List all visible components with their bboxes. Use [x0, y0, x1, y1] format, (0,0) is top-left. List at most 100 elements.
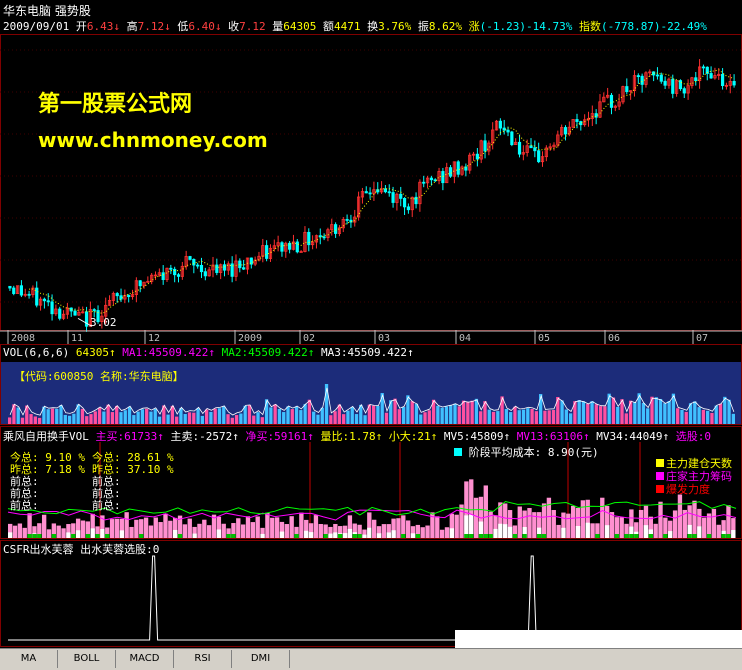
candle-body-102: [399, 193, 403, 199]
vol-value: 64305: [75, 346, 109, 359]
turnover-bar-63: [313, 515, 319, 538]
vol-bar-157: [680, 409, 684, 424]
vol-bar-100: [436, 405, 440, 424]
turnover-bar-86: [425, 525, 430, 538]
candle-body-11: [50, 301, 54, 315]
turnover-bar-white-14: [75, 530, 81, 538]
candle-body-175: [678, 80, 683, 90]
vol-bar-152: [658, 398, 663, 424]
turnover-bar-white-69: [342, 533, 348, 538]
csfr-panel-header: CSFR出水芙蓉 出水芙蓉选股:0: [3, 541, 159, 557]
ma3-value: 45509.422: [347, 346, 408, 359]
turnover-bar-92: [454, 514, 459, 538]
tab-macd[interactable]: MACD: [116, 650, 174, 668]
vol-bar-56: [247, 405, 252, 424]
turnover-bar-white-66: [328, 533, 333, 538]
vol-bar-70: [307, 399, 312, 424]
turnover-bar-80: [396, 518, 401, 538]
candle-body-88: [345, 219, 349, 221]
candle-body-22: [92, 309, 96, 311]
vol-bar-72: [316, 414, 320, 424]
candle-body-93: [364, 191, 368, 194]
candle-body-99: [387, 191, 391, 194]
candle-body-5: [27, 293, 31, 296]
turnover-bar-white-43: [216, 529, 222, 538]
vol-bar-58: [256, 412, 260, 424]
candle-body-61: [242, 267, 246, 270]
turnover-side-left: 今总: 9.10 % 昨总: 7.18 % 前总: 前总: 前总:: [10, 452, 85, 512]
vol-bar-161: [697, 407, 701, 424]
turnover-item-5: MV5:45809↑: [437, 430, 511, 443]
turnover-bar-white-74: [367, 527, 372, 538]
candle-body-136: [529, 145, 533, 149]
candle-body-49: [196, 264, 200, 267]
vol-bar-22: [102, 411, 106, 424]
turnover-bar-41: [206, 525, 212, 538]
vol-bar-121: [526, 408, 530, 424]
vol-bar-93: [406, 395, 410, 424]
turnover-bar-47: [236, 518, 241, 538]
turnover-bar-11: [61, 528, 66, 538]
turnover-bar-green-104: [512, 534, 518, 538]
candle-body-117: [456, 161, 460, 175]
candle-body-85: [333, 224, 338, 234]
vol-bar-43: [192, 412, 196, 424]
candle-body-103: [402, 197, 407, 208]
turnover-bar-white-12: [66, 532, 71, 538]
turnover-bar-white-101: [498, 523, 503, 538]
candle-body-13: [58, 308, 62, 319]
turnover-bar-120: [590, 523, 595, 538]
turnover-bar-105: [517, 506, 522, 538]
tab-ma[interactable]: MA: [0, 650, 58, 668]
turnover-bar-141: [692, 500, 697, 538]
turnover-bar-white-23: [119, 530, 124, 538]
vol-bar-48: [213, 408, 217, 424]
turnover-bar-90: [444, 527, 450, 538]
turnover-bar-white-79: [391, 530, 396, 538]
turnover-bar-36: [182, 524, 188, 538]
vol-bar-42: [187, 412, 192, 424]
candle-body-131: [510, 131, 514, 146]
candle-body-42: [169, 267, 173, 270]
vol-bar-79: [346, 410, 350, 424]
vol-bar-66: [290, 409, 294, 424]
turnover-bar-green-121: [595, 534, 600, 538]
tab-boll[interactable]: BOLL: [58, 650, 116, 668]
turnover-bar-green-144: [706, 534, 712, 538]
vol-bar-128: [556, 396, 560, 424]
vol-bar-14: [67, 415, 72, 424]
candle-body-28: [115, 293, 119, 297]
vol-bar-39: [175, 416, 179, 424]
vol-bar-120: [521, 409, 526, 424]
vol-bar-28: [127, 406, 132, 424]
turnover-bar-green-65: [323, 534, 328, 538]
tab-rsi[interactable]: RSI: [174, 650, 232, 668]
tab-dmi[interactable]: DMI: [232, 650, 290, 668]
vol-bar-12: [59, 405, 63, 424]
turnover-bar-53: [265, 512, 270, 538]
vol-bar-21: [97, 407, 102, 424]
vol-bar-81: [354, 414, 359, 424]
candle-body-161: [625, 86, 629, 93]
turnover-bar-green-72: [357, 534, 362, 538]
ma1-value: 45509.422: [148, 346, 209, 359]
turnover-bar-112: [551, 510, 556, 538]
vol-bar-117: [509, 412, 513, 424]
vol-bar-129: [560, 400, 564, 424]
turnover-bar-10: [56, 525, 61, 538]
vol-bar-109: [474, 398, 479, 424]
candle-body-164: [636, 75, 640, 78]
vol-bar-29: [132, 415, 136, 424]
vol-bar-35: [157, 416, 162, 424]
candle-body-181: [701, 66, 706, 69]
turnover-bar-54: [270, 517, 275, 538]
vol-bar-54: [239, 413, 243, 424]
turnover-bar-green-6: [37, 534, 42, 538]
turnover-item-2: 净买:59161↑: [238, 430, 314, 443]
turnover-bar-white-142: [697, 526, 702, 538]
vol-panel-header: VOL(6,6,6) 64305↑ MA1:45509.422↑ MA2:455…: [3, 346, 414, 359]
turnover-bar-98: [483, 485, 488, 538]
xaxis-label-8: 06: [608, 333, 620, 344]
candle-body-186: [720, 73, 725, 87]
candle-body-10: [46, 300, 50, 303]
